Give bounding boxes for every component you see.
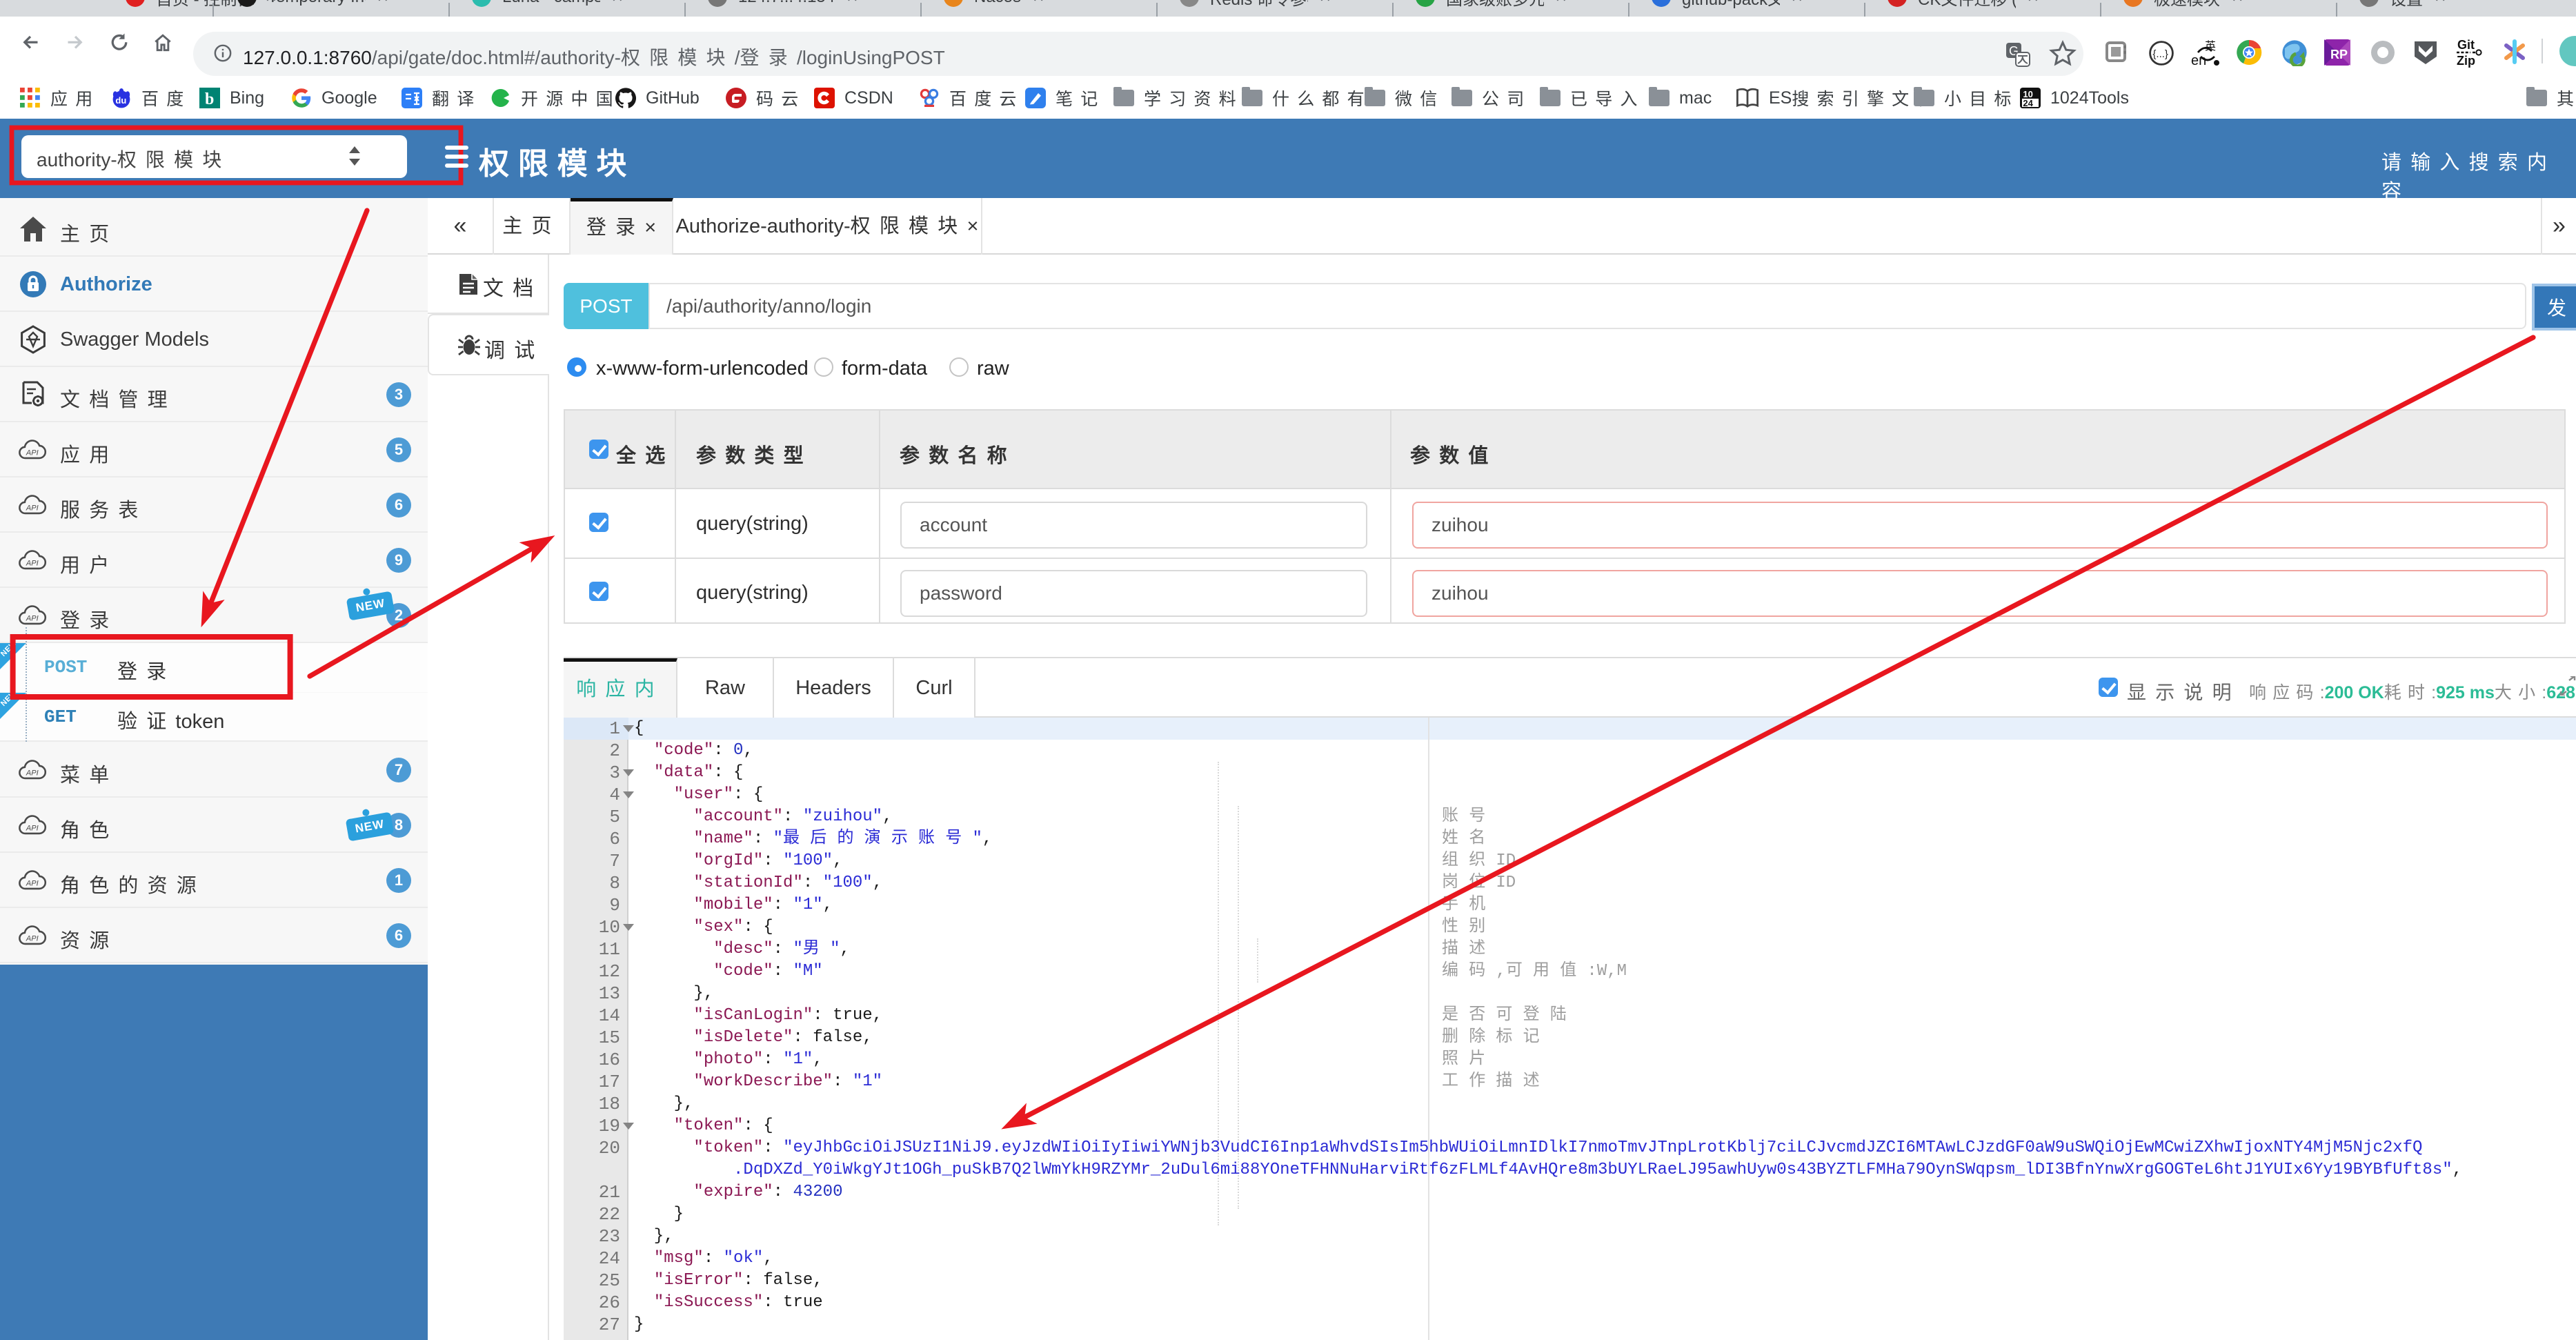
svg-text:du: du <box>115 95 126 106</box>
svg-text:API: API <box>26 769 39 777</box>
svg-text:Git: Git <box>2457 38 2475 52</box>
svg-text:b: b <box>205 90 214 108</box>
svg-text:API: API <box>26 934 39 943</box>
svg-text:API: API <box>26 504 39 512</box>
svg-text:24: 24 <box>2023 98 2033 108</box>
svg-text:API: API <box>26 879 39 887</box>
svg-text:{...}: {...} <box>2152 48 2168 60</box>
svg-text:API: API <box>26 559 39 567</box>
svg-text:API: API <box>26 614 39 622</box>
svg-text:RP: RP <box>2330 48 2348 61</box>
svg-text:API: API <box>26 449 39 457</box>
svg-text:en: en <box>2191 53 2206 68</box>
svg-text:API: API <box>26 824 39 832</box>
svg-text:Zip: Zip <box>2457 54 2475 68</box>
